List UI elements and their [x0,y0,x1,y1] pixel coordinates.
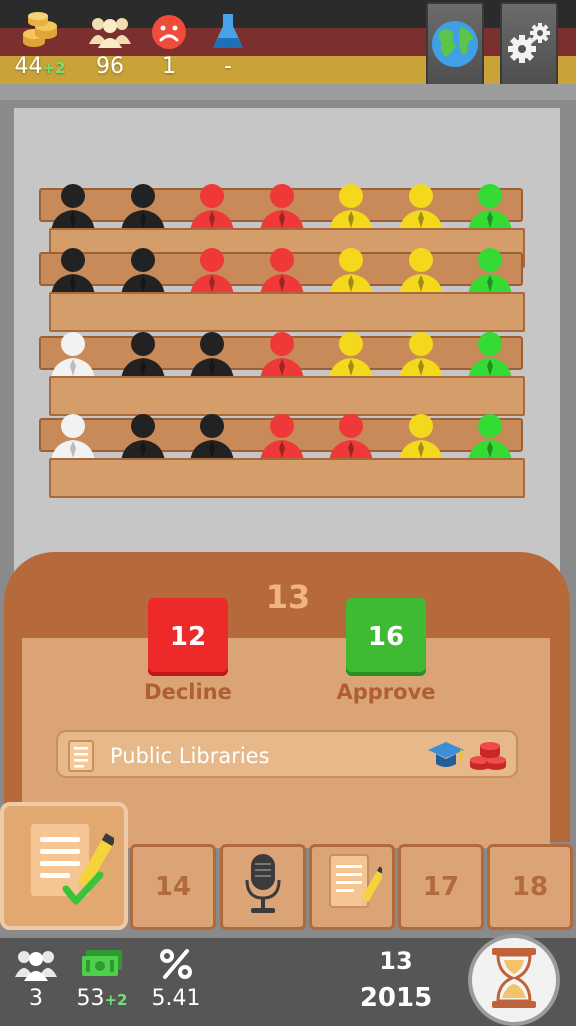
budget-stat: 53+2 [62,944,142,1015]
percent-icon [136,944,216,984]
sign-bill-slot[interactable] [0,802,128,930]
money-stat: 44+2 [0,10,80,81]
decline-label: Decline [144,680,232,704]
sign-bill-icon [14,813,117,920]
budget-delta: +2 [104,991,128,1009]
bill-card[interactable]: Public Libraries [56,730,518,778]
member-figure-icon [190,332,234,380]
research-stat: - [188,10,268,80]
draft-bill-slot[interactable] [309,844,395,930]
member-figure-icon [398,414,443,462]
rate-value: 5.41 [151,986,201,1011]
member-figure-icon [190,414,234,462]
member-figure-icon [468,332,512,380]
slot-18[interactable]: 18 [487,844,573,930]
member-figure-icon [190,248,234,296]
member-figure-icon [120,184,165,232]
settings-button[interactable] [500,2,558,90]
member-figure-icon [51,332,95,380]
cash-icon [62,944,142,984]
member-figure-icon [329,184,373,232]
approve-label: Approve [336,680,436,704]
gears-icon [504,19,554,73]
slot-14[interactable]: 14 [130,844,216,930]
draft-bill-icon [322,851,387,924]
world-button[interactable] [426,2,484,90]
total-votes: 13 [265,578,311,616]
member-figure-icon [259,414,304,462]
member-figure-icon [51,414,95,462]
member-figure-icon [329,414,373,462]
member-figure-icon [51,248,95,296]
microphone-icon [241,852,285,923]
slot-17[interactable]: 17 [398,844,484,930]
coins-icon [0,10,80,54]
member-figure-icon [51,184,95,232]
bill-name: Public Libraries [110,744,270,768]
member-figure-icon [398,184,443,232]
speech-slot[interactable] [220,844,306,930]
member-figure-icon [120,248,165,296]
member-figure-icon [329,332,373,380]
member-figure-icon [259,332,304,380]
decline-count: 12 [148,598,228,676]
member-figure-icon [468,184,512,232]
bench-row: ★ [37,330,525,420]
member-figure-icon [259,248,304,296]
money-stack-icon [468,738,508,776]
member-figure-icon [190,184,234,232]
member-figure-icon [329,248,373,296]
turn-info: 13 2015 [356,944,436,1018]
graduation-cap-icon [426,738,466,776]
turn-number: 13 [379,947,413,975]
bench-row: ★ [37,412,525,502]
flask-icon [188,10,268,54]
globe-icon [430,19,480,73]
money-value: 44 [14,54,43,79]
year-value: 2015 [359,983,433,1013]
approve-count: 16 [346,598,426,676]
member-figure-icon [120,332,165,380]
money-delta: +2 [42,59,66,77]
member-figure-icon [468,248,512,296]
member-figure-icon [468,414,512,462]
rate-stat: 5.41 [136,944,216,1014]
member-figure-icon [259,184,304,232]
budget-value: 53 [76,986,105,1011]
member-figure-icon [398,248,443,296]
hourglass-icon [488,946,540,1014]
member-figure-icon [398,332,443,380]
document-icon [68,740,96,776]
research-value: - [224,54,232,79]
member-figure-icon [120,414,165,462]
bench-row: ★★ [37,246,525,336]
end-turn-button[interactable] [468,934,560,1026]
